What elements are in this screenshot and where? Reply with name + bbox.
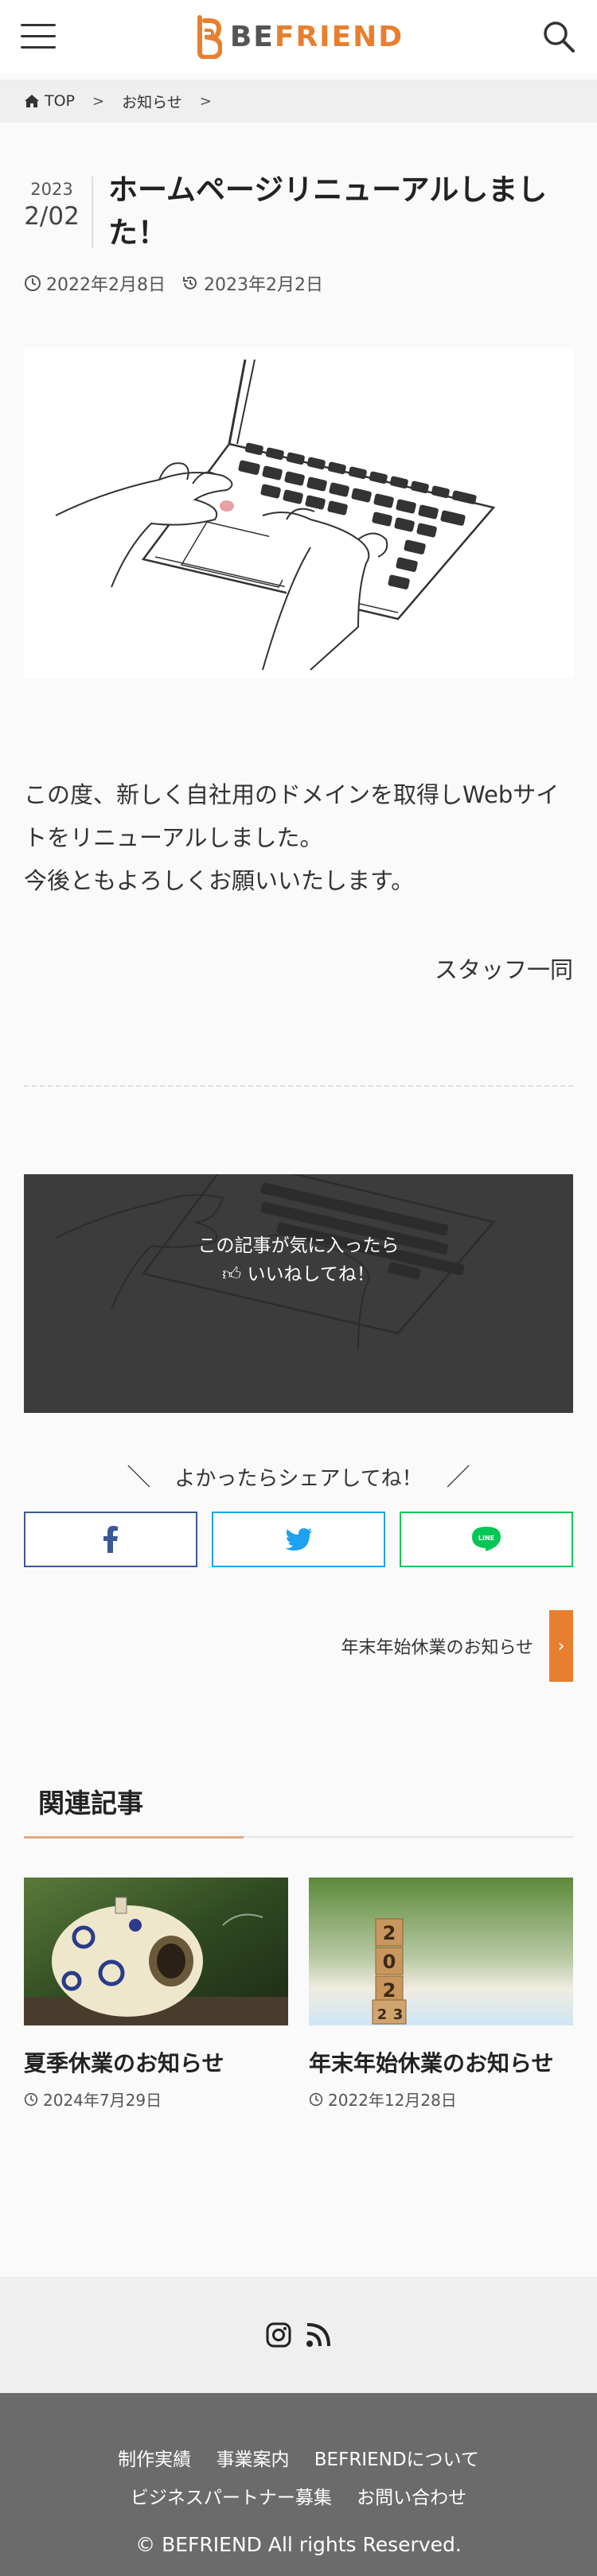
divider — [24, 1085, 573, 1087]
article-body: この度、新しく自社用のドメインを取得しWebサイトをリニューアルしました。 今後… — [24, 773, 573, 902]
logo-text-be: BE — [229, 20, 275, 53]
article-month-day: 2/02 — [24, 202, 80, 231]
article-body-paragraph: この度、新しく自社用のドメインを取得しWebサイトをリニューアルしました。 — [24, 781, 560, 851]
related-thumbnail-mosquito-coil — [24, 1878, 288, 2025]
svg-text:2: 2 — [377, 2006, 388, 2023]
site-logo[interactable]: BEFRIEND — [193, 14, 404, 59]
svg-text:0: 0 — [383, 1951, 396, 1973]
article-body-paragraph: 今後ともよろしくお願いいたします。 — [24, 867, 415, 894]
line-icon-label: LINE — [478, 1535, 494, 1542]
svg-text:3: 3 — [393, 2006, 404, 2023]
hero-image-laptop — [24, 348, 573, 678]
date-divider — [92, 177, 93, 248]
related-card-date: 2022年12月28日 — [309, 2088, 573, 2111]
share-line-button[interactable]: LINE — [400, 1512, 573, 1567]
related-card-date: 2024年7月29日 — [24, 2088, 288, 2111]
related-card[interactable]: 2 0 2 2 3 年末年始休業のお知らせ 2022年12月28日 — [309, 1878, 573, 2111]
logo-text-friend: FRIEND — [274, 20, 404, 53]
refresh-clock-icon — [182, 276, 197, 290]
slash-left: ＼ — [127, 1464, 151, 1492]
article-year: 2023 — [30, 180, 73, 199]
slash-right: ／ — [446, 1464, 470, 1492]
breadcrumb-category[interactable]: お知らせ — [122, 91, 182, 112]
breadcrumb-home[interactable]: TOP — [24, 92, 75, 110]
footer-link-contact[interactable]: お問い合わせ — [357, 2488, 466, 2508]
svg-text:2: 2 — [383, 1922, 396, 1944]
instagram-icon[interactable] — [266, 2322, 291, 2348]
footer-link-about[interactable]: BEFRIENDについて — [314, 2450, 479, 2470]
svg-text:2: 2 — [383, 1979, 396, 2002]
line-icon: LINE — [472, 1527, 501, 1551]
logo-mark-icon — [197, 15, 222, 59]
share-twitter-button[interactable] — [212, 1512, 385, 1567]
logo-text: BEFRIEND — [230, 21, 404, 53]
share-title-text: よかったらシェアしてね！ — [174, 1467, 423, 1491]
related-card[interactable]: 夏季休業のお知らせ 2024年7月29日 — [24, 1878, 288, 2111]
article-date-block: 2023 2/02 — [24, 180, 80, 231]
next-article-link[interactable]: 年末年始休業のお知らせ › — [341, 1610, 573, 1682]
related-underline — [24, 1836, 573, 1839]
breadcrumb-category-label: お知らせ — [122, 93, 182, 111]
thumbs-up-icon: 👍︎ — [222, 1264, 242, 1285]
updated-date-text: 2022年2月8日 — [46, 275, 166, 295]
facebook-icon — [103, 1526, 118, 1553]
footer-link-partner[interactable]: ビジネスパートナー募集 — [131, 2488, 332, 2508]
breadcrumb: TOP > お知らせ > — [0, 80, 597, 123]
share-buttons: LINE — [24, 1512, 573, 1567]
like-prompt: この記事が気に入ったら 👍︎ いいねしてね！ — [24, 1232, 573, 1289]
footer-social — [0, 2277, 597, 2393]
footer-link-works[interactable]: 制作実績 — [118, 2450, 191, 2470]
page-title: ホームページリニューアルしました！ — [108, 173, 548, 250]
next-article-label: 年末年始休業のお知らせ — [341, 1638, 533, 1658]
share-title: ＼ よかったらシェアしてね！ ／ — [0, 1457, 597, 1492]
related-thumbnail-wooden-blocks: 2 0 2 2 3 — [309, 1878, 573, 2025]
footer-nav: 制作実績 事業案内 BEFRIENDについて ビジネスパートナー募集 お問い合わ… — [0, 2393, 597, 2517]
site-footer: 制作実績 事業案内 BEFRIENDについて ビジネスパートナー募集 お問い合わ… — [0, 2393, 597, 2576]
home-icon — [25, 95, 39, 107]
related-card-title: 夏季休業のお知らせ — [24, 2050, 224, 2076]
updated-date: 2022年2月8日 — [24, 270, 166, 296]
related-card-date-text: 2024年7月29日 — [43, 2091, 162, 2110]
related-heading: 関連記事 — [38, 1788, 143, 1819]
site-header: BEFRIEND — [0, 0, 597, 73]
article-signature: スタッフ一同 — [434, 956, 573, 983]
like-line1: この記事が気に入ったら — [197, 1235, 400, 1256]
menu-hamburger-icon[interactable] — [21, 24, 56, 49]
search-icon[interactable] — [541, 19, 576, 54]
published-date-text: 2023年2月2日 — [203, 275, 323, 295]
like-line2: いいねしてね！ — [247, 1264, 375, 1285]
rss-icon[interactable] — [306, 2322, 331, 2348]
clock-icon — [25, 275, 41, 291]
clock-icon — [24, 2092, 38, 2106]
footer-link-business[interactable]: 事業案内 — [216, 2450, 289, 2470]
related-card-date-text: 2022年12月28日 — [328, 2091, 457, 2110]
copyright: © BEFRIEND All rights Reserved. — [135, 2533, 462, 2556]
breadcrumb-home-label: TOP — [45, 92, 76, 110]
chevron-right-icon: › — [549, 1610, 573, 1682]
clock-icon — [309, 2092, 323, 2106]
published-date: 2023年2月2日 — [181, 270, 323, 296]
share-facebook-button[interactable] — [24, 1512, 197, 1567]
chevron-right-icon: > — [92, 92, 105, 110]
related-card-title: 年末年始休業のお知らせ — [309, 2050, 554, 2076]
article-meta: 2022年2月8日 2023年2月2日 — [24, 270, 323, 296]
chevron-right-icon: > — [199, 92, 212, 110]
twitter-icon — [285, 1528, 312, 1551]
like-box[interactable]: この記事が気に入ったら 👍︎ いいねしてね！ — [24, 1174, 573, 1413]
